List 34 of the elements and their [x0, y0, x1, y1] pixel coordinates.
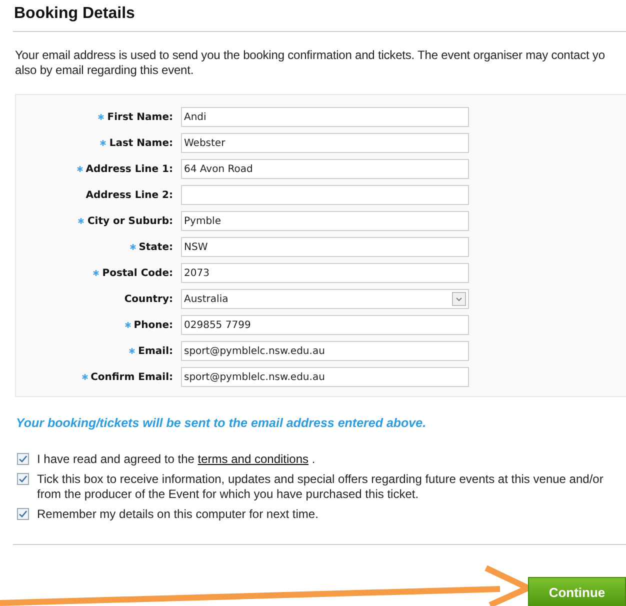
input-field[interactable]: Webster — [181, 133, 469, 153]
input-field[interactable]: sport@pymblelc.nsw.edu.au — [181, 341, 469, 361]
field-label: Confirm Email: — [90, 372, 173, 382]
caret-icon — [452, 292, 466, 306]
field-label: Email: — [138, 346, 173, 356]
page-title: Booking Details — [13, 5, 136, 24]
input-field[interactable]: 2073 — [181, 263, 469, 283]
checkbox-label: Tick this box to receive information, updates and special offers regarding future events at this venue and/or from the producer of the Event for which you have purchased this ticket. — [37, 472, 604, 502]
checkbox[interactable] — [17, 453, 29, 465]
field-label: Postal Code: — [102, 268, 173, 278]
input-field[interactable]: sport@pymblelc.nsw.edu.au — [181, 367, 469, 387]
checkbox-label: I have read and agreed to the terms and conditions . — [37, 452, 316, 467]
field-label: First Name: — [107, 112, 173, 122]
field-label: City or Suburb: — [87, 216, 173, 226]
input-field[interactable]: 029855 7799 — [181, 315, 469, 335]
input-field[interactable]: 64 Avon Road — [181, 159, 469, 179]
country-dropdown[interactable]: Australia — [181, 289, 469, 309]
input-field[interactable] — [181, 185, 469, 205]
input-field[interactable]: Pymble — [181, 211, 469, 231]
field-label: Address Line 1: — [86, 164, 173, 174]
note-text: Your booking/tickets will be sent to the email address entered above. — [16, 416, 428, 430]
field-label: Address Line 2: — [86, 190, 173, 200]
input-field[interactable]: NSW — [181, 237, 469, 257]
intro-text: also by email regarding this event. — [15, 63, 195, 78]
field-label: Last Name: — [109, 138, 173, 148]
field-label: Country: — [124, 294, 173, 304]
field-label: State: — [138, 242, 173, 252]
checkbox[interactable] — [17, 508, 29, 520]
terms-link[interactable]: terms and conditions — [198, 452, 309, 466]
field-label: Phone: — [134, 320, 173, 330]
input-field[interactable]: Andi — [181, 107, 469, 127]
checkbox-label: Remember my details on this computer for next time. — [37, 507, 318, 522]
intro-text: Your email address is used to send you the booking confirmation and tickets. The event organiser may contact yo — [15, 48, 606, 63]
checkbox[interactable] — [17, 473, 29, 485]
